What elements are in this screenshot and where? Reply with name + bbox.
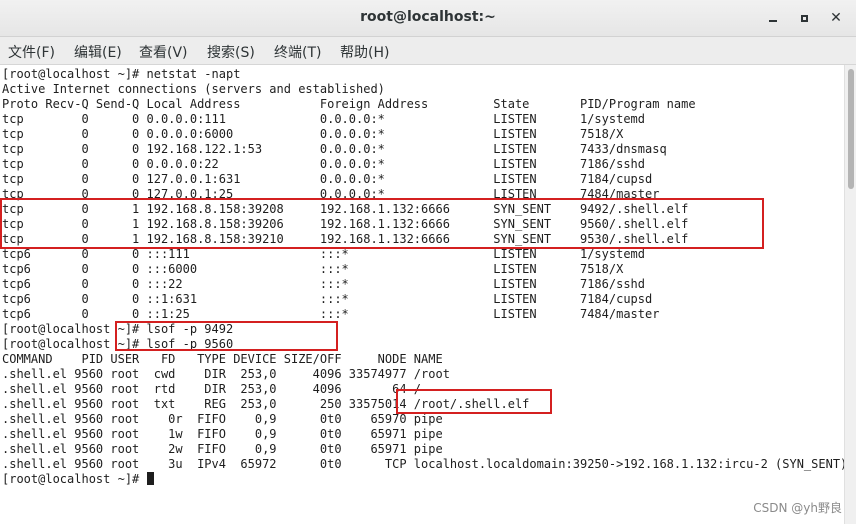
terminal-line: tcp6 0 0 :::22 :::* LISTEN 7186/sshd	[2, 277, 645, 291]
minimize-icon	[769, 20, 777, 22]
terminal-line: .shell.el 9560 root cwd DIR 253,0 4096 3…	[2, 367, 450, 381]
vertical-scrollbar[interactable]	[844, 65, 856, 524]
annotation-box-syn-sent-connections	[0, 198, 764, 249]
terminal-line: Active Internet connections (servers and…	[2, 82, 385, 96]
menu-terminal[interactable]: 终端(T)	[274, 42, 321, 62]
terminal-line: [root@localhost ~]# netstat -napt	[2, 67, 241, 81]
title-bar: root@localhost:~ ✕	[0, 0, 856, 37]
annotation-box-shell-elf-path	[396, 389, 552, 414]
terminal-prompt: [root@localhost ~]#	[2, 472, 147, 486]
minimize-button[interactable]	[763, 8, 783, 28]
terminal-line: .shell.el 9560 root 0r FIFO 0,9 0t0 6597…	[2, 412, 443, 426]
terminal-line: tcp6 0 0 ::1:631 :::* LISTEN 7184/cupsd	[2, 292, 653, 306]
close-button[interactable]: ✕	[826, 8, 846, 28]
terminal-line: .shell.el 9560 root 3u IPv4 65972 0t0 TC…	[2, 457, 848, 471]
annotation-box-lsof-commands	[115, 321, 338, 351]
menu-file[interactable]: 文件(F)	[8, 42, 55, 62]
terminal-line: .shell.el 9560 root 1w FIFO 0,9 0t0 6597…	[2, 427, 443, 441]
window-title: root@localhost:~	[360, 9, 496, 25]
terminal-line: Proto Recv-Q Send-Q Local Address Foreig…	[2, 97, 696, 111]
terminal-output[interactable]: [root@localhost ~]# netstat -napt Active…	[0, 65, 848, 524]
terminal-line: .shell.el 9560 root 2w FIFO 0,9 0t0 6597…	[2, 442, 443, 456]
terminal-line: tcp 0 0 0.0.0.0:6000 0.0.0.0:* LISTEN 75…	[2, 127, 624, 141]
terminal-line: tcp6 0 0 :::6000 :::* LISTEN 7518/X	[2, 262, 624, 276]
terminal-line: tcp 0 0 0.0.0.0:111 0.0.0.0:* LISTEN 1/s…	[2, 112, 645, 126]
scroll-thumb[interactable]	[848, 69, 854, 189]
terminal-line: tcp6 0 0 :::111 :::* LISTEN 1/systemd	[2, 247, 645, 261]
text-cursor	[146, 472, 154, 485]
menu-edit[interactable]: 编辑(E)	[74, 42, 122, 62]
terminal-line: COMMAND PID USER FD TYPE DEVICE SIZE/OFF…	[2, 352, 443, 366]
watermark: CSDN @yh野良	[753, 501, 842, 515]
terminal-line: .shell.el 9560 root rtd DIR 253,0 4096 6…	[2, 382, 422, 396]
close-icon: ✕	[830, 10, 842, 26]
terminal-line: tcp 0 0 0.0.0.0:22 0.0.0.0:* LISTEN 7186…	[2, 157, 645, 171]
menu-help[interactable]: 帮助(H)	[340, 42, 389, 62]
terminal-line: tcp6 0 0 ::1:25 :::* LISTEN 7484/master	[2, 307, 660, 321]
menu-search[interactable]: 搜索(S)	[207, 42, 255, 62]
maximize-button[interactable]	[794, 8, 814, 28]
terminal-line: tcp 0 0 192.168.122.1:53 0.0.0.0:* LISTE…	[2, 142, 667, 156]
maximize-icon	[800, 14, 808, 22]
terminal-prompt-line[interactable]: [root@localhost ~]#	[2, 472, 154, 487]
terminal-line: tcp 0 0 127.0.0.1:631 0.0.0.0:* LISTEN 7…	[2, 172, 653, 186]
menu-view[interactable]: 查看(V)	[139, 42, 188, 62]
menu-bar: 文件(F) 编辑(E) 查看(V) 搜索(S) 终端(T) 帮助(H)	[0, 37, 856, 65]
